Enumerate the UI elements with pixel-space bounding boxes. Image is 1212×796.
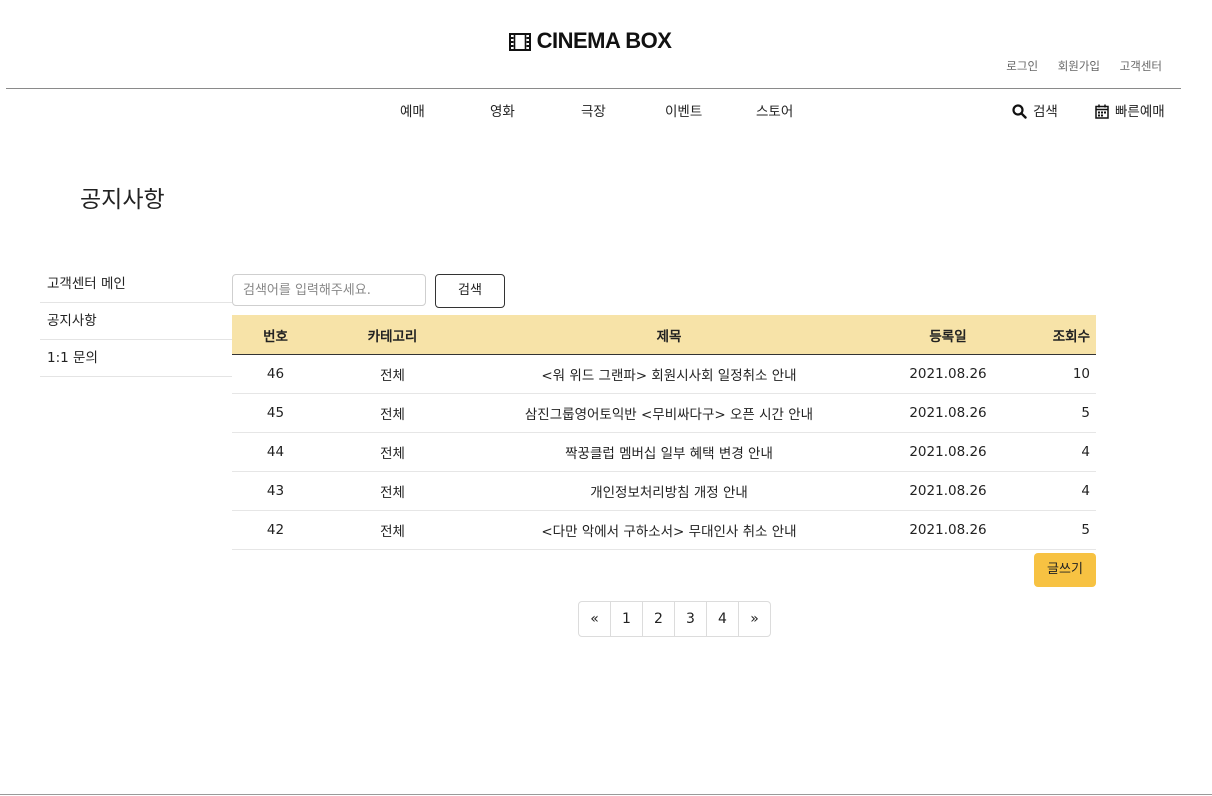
- row-views: 10: [1024, 354, 1096, 394]
- login-link[interactable]: 로그인: [1006, 59, 1038, 73]
- table-row[interactable]: 44 전체 짝꿍클럽 멤버십 일부 혜택 변경 안내 2021.08.26 4: [232, 432, 1096, 472]
- quick-booking-button[interactable]: 빠른예매: [1095, 100, 1165, 120]
- sidebar: 고객센터 메인 공지사항 1:1 문의: [40, 266, 232, 377]
- header-divider: [6, 88, 1181, 89]
- row-number: 44: [232, 432, 319, 472]
- row-number: 42: [232, 510, 319, 550]
- row-title-link[interactable]: 짝꿍클럽 멤버십 일부 혜택 변경 안내: [466, 432, 872, 472]
- footer-divider: [0, 794, 1212, 795]
- sidebar-item-inquiry[interactable]: 1:1 문의: [40, 340, 232, 377]
- table-row[interactable]: 43 전체 개인정보처리방침 개정 안내 2021.08.26 4: [232, 471, 1096, 511]
- top-links: 로그인 회원가입 고객센터: [990, 58, 1162, 74]
- table-row[interactable]: 45 전체 삼진그룹영어토익반 <무비싸다구> 오픈 시간 안내 2021.08…: [232, 393, 1096, 433]
- notice-table: 번호 카테고리 제목 등록일 조회수 46 전체 <워 위드 그랜파> 회원시사…: [232, 315, 1096, 550]
- nav-item-store[interactable]: 스토어: [756, 100, 793, 120]
- row-title-link[interactable]: <다만 악에서 구하소서> 무대인사 취소 안내: [466, 510, 872, 550]
- site-logo[interactable]: CINEMA BOX: [0, 28, 1180, 57]
- table-header-row: 번호 카테고리 제목 등록일 조회수: [232, 315, 1096, 355]
- row-views: 4: [1024, 432, 1096, 472]
- row-title-link[interactable]: 삼진그룹영어토익반 <무비싸다구> 오픈 시간 안내: [466, 393, 872, 433]
- header-number: 번호: [232, 315, 319, 355]
- row-views: 4: [1024, 471, 1096, 511]
- signup-link[interactable]: 회원가입: [1058, 59, 1100, 73]
- row-views: 5: [1024, 510, 1096, 550]
- pagination-page-2[interactable]: 2: [643, 602, 675, 636]
- table-row[interactable]: 46 전체 <워 위드 그랜파> 회원시사회 일정취소 안내 2021.08.2…: [232, 354, 1096, 394]
- search-button[interactable]: 검색: [435, 274, 505, 308]
- logo-text: CINEMA BOX: [536, 28, 672, 53]
- pagination-prev-button[interactable]: «: [579, 602, 611, 636]
- nav-item-events[interactable]: 이벤트: [665, 100, 702, 120]
- customer-center-link[interactable]: 고객센터: [1120, 59, 1162, 73]
- nav-item-theaters[interactable]: 극장: [581, 100, 606, 120]
- nav-item-booking[interactable]: 예매: [400, 100, 425, 120]
- row-date: 2021.08.26: [872, 393, 1024, 433]
- header-date: 등록일: [872, 315, 1024, 355]
- row-date: 2021.08.26: [872, 471, 1024, 511]
- write-button[interactable]: 글쓰기: [1034, 553, 1096, 587]
- header-views: 조회수: [1024, 315, 1096, 355]
- search-input[interactable]: [232, 274, 426, 306]
- search-icon: [1012, 104, 1027, 119]
- row-views: 5: [1024, 393, 1096, 433]
- row-title-link[interactable]: 개인정보처리방침 개정 안내: [466, 471, 872, 511]
- row-number: 46: [232, 354, 319, 394]
- row-number: 43: [232, 471, 319, 511]
- nav-item-movies[interactable]: 영화: [490, 100, 515, 120]
- header-category: 카테고리: [319, 315, 466, 355]
- quick-booking-label: 빠른예매: [1115, 104, 1165, 120]
- row-category: 전체: [319, 432, 466, 472]
- row-date: 2021.08.26: [872, 510, 1024, 550]
- pagination: « 1 2 3 4 »: [578, 601, 771, 637]
- row-number: 45: [232, 393, 319, 433]
- row-date: 2021.08.26: [872, 432, 1024, 472]
- pagination-page-1[interactable]: 1: [611, 602, 643, 636]
- table-row[interactable]: 42 전체 <다만 악에서 구하소서> 무대인사 취소 안내 2021.08.2…: [232, 510, 1096, 550]
- row-category: 전체: [319, 471, 466, 511]
- pagination-page-3[interactable]: 3: [675, 602, 707, 636]
- sidebar-item-customer-main[interactable]: 고객센터 메인: [40, 266, 232, 303]
- row-category: 전체: [319, 510, 466, 550]
- row-date: 2021.08.26: [872, 354, 1024, 394]
- calendar-icon: [1095, 104, 1109, 119]
- search-nav-label: 검색: [1033, 104, 1058, 120]
- film-icon: [508, 31, 531, 57]
- search-nav-button[interactable]: 검색: [1012, 100, 1058, 120]
- row-title-link[interactable]: <워 위드 그랜파> 회원시사회 일정취소 안내: [466, 354, 872, 394]
- sidebar-item-notices[interactable]: 공지사항: [40, 303, 232, 340]
- pagination-next-button[interactable]: »: [739, 602, 770, 636]
- row-category: 전체: [319, 354, 466, 394]
- row-category: 전체: [319, 393, 466, 433]
- header-title: 제목: [466, 315, 872, 355]
- page-title: 공지사항: [80, 187, 165, 213]
- pagination-page-4[interactable]: 4: [707, 602, 739, 636]
